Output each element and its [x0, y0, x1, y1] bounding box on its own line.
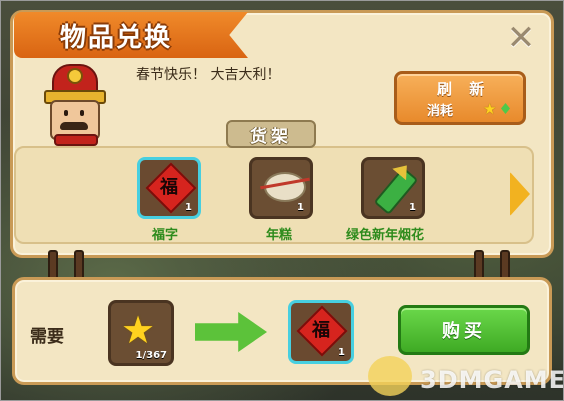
- need-label: 需要: [30, 327, 64, 347]
- merchant-robe: [54, 134, 98, 146]
- dialog-title: 物品兑换: [60, 23, 173, 53]
- buy-button[interactable]: 购买: [398, 305, 530, 355]
- item-count: 1: [409, 202, 416, 213]
- cost-item-slot: ★ 1/367: [108, 300, 174, 366]
- merchant-avatar: [38, 64, 108, 146]
- close-icon[interactable]: ✕: [502, 18, 540, 58]
- merchant-greeting: 春节快乐！ 大吉大利！: [136, 67, 281, 83]
- item-count: 1: [185, 202, 192, 213]
- result-count: 1: [338, 347, 345, 358]
- star-icon: ★: [121, 308, 156, 352]
- gem-icon: [501, 103, 510, 114]
- watermark-logo: [368, 356, 412, 396]
- refresh-button[interactable]: 刷 新 消耗 ★: [394, 71, 526, 125]
- result-item-slot: 福 1: [288, 300, 354, 364]
- refresh-label: 刷 新: [437, 80, 491, 98]
- star-icon: ★: [483, 100, 497, 118]
- shelf-item-fuzi[interactable]: 福 1: [137, 157, 201, 219]
- shelf-label-box: 货架: [226, 120, 316, 148]
- item-count: 1: [297, 202, 304, 213]
- right-eye: [80, 110, 84, 116]
- watermark-text: 3DMGAME: [420, 366, 564, 394]
- left-eye: [64, 110, 68, 116]
- star-count: 1/367: [135, 350, 167, 361]
- item-name-niangao: 年糕: [266, 228, 293, 243]
- item-name-fuzi: 福字: [152, 228, 179, 243]
- shelf-item-firework[interactable]: 1: [361, 157, 425, 219]
- fu-icon: 福: [160, 177, 178, 198]
- fu-icon: 福: [312, 320, 330, 341]
- cost-label: 消耗: [427, 104, 454, 119]
- mustache: [60, 122, 88, 130]
- item-name-firework: 绿色新年烟花: [346, 228, 425, 243]
- shelf-item-niangao[interactable]: 1: [249, 157, 313, 219]
- buy-label: 购买: [442, 321, 486, 342]
- shelf-label: 货架: [250, 126, 292, 147]
- hat-gem: [67, 68, 83, 84]
